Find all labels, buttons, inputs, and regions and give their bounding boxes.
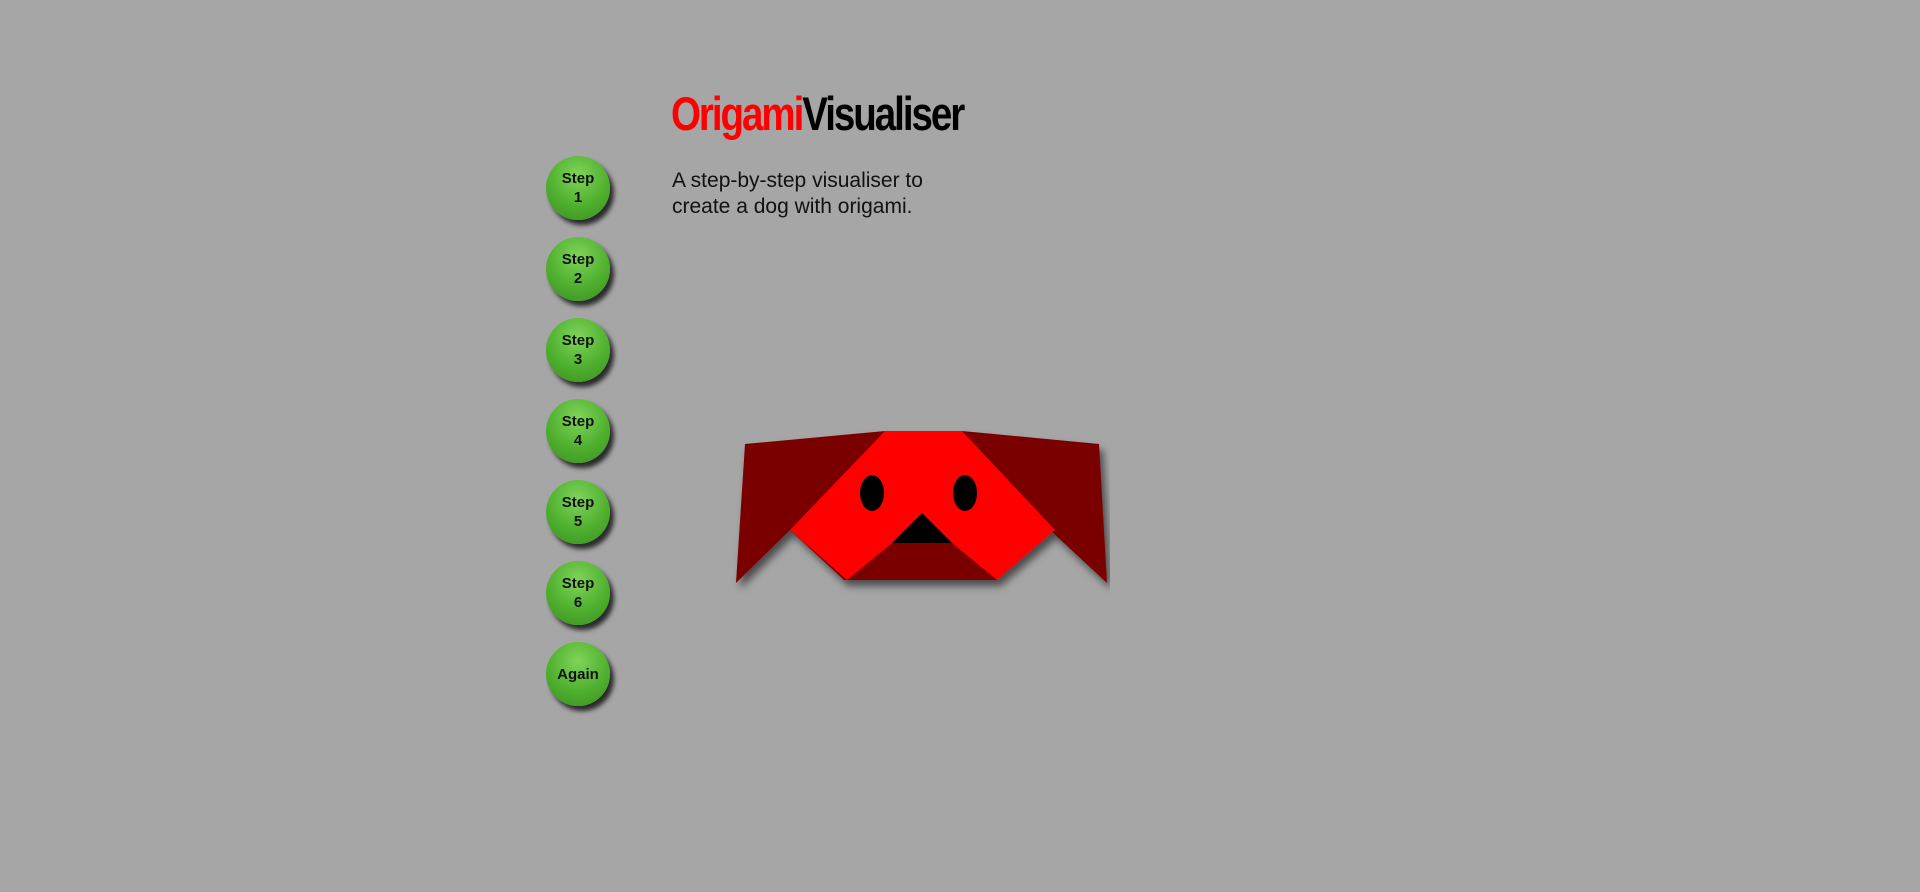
- step-6-label: Step 6: [561, 575, 595, 611]
- origami-dog-illustration: [736, 431, 1107, 583]
- again-button[interactable]: Again: [546, 642, 610, 706]
- step-4-label: Step 4: [561, 413, 595, 449]
- page-description: A step-by-step visualiser to create a do…: [672, 169, 923, 218]
- again-label: Again: [557, 665, 599, 683]
- title-visualiser: Visualiser: [802, 87, 965, 140]
- step-6-button[interactable]: Step 6: [546, 561, 610, 625]
- step-5-button[interactable]: Step 5: [546, 480, 610, 544]
- page: Step 1 Step 2 Step 3 Step 4 Step 5 Step …: [0, 0, 1920, 892]
- step-1-label: Step 1: [561, 170, 595, 206]
- step-2-label: Step 2: [561, 251, 595, 287]
- step-1-button[interactable]: Step 1: [546, 156, 610, 220]
- title-origami: Origami: [671, 87, 804, 140]
- step-3-label: Step 3: [561, 332, 595, 368]
- step-5-label: Step 5: [561, 494, 595, 530]
- dog-left-eye: [860, 475, 884, 511]
- page-title: OrigamiVisualiser: [671, 86, 965, 142]
- step-3-button[interactable]: Step 3: [546, 318, 610, 382]
- dog-right-eye: [953, 475, 977, 511]
- step-2-button[interactable]: Step 2: [546, 237, 610, 301]
- step-4-button[interactable]: Step 4: [546, 399, 610, 463]
